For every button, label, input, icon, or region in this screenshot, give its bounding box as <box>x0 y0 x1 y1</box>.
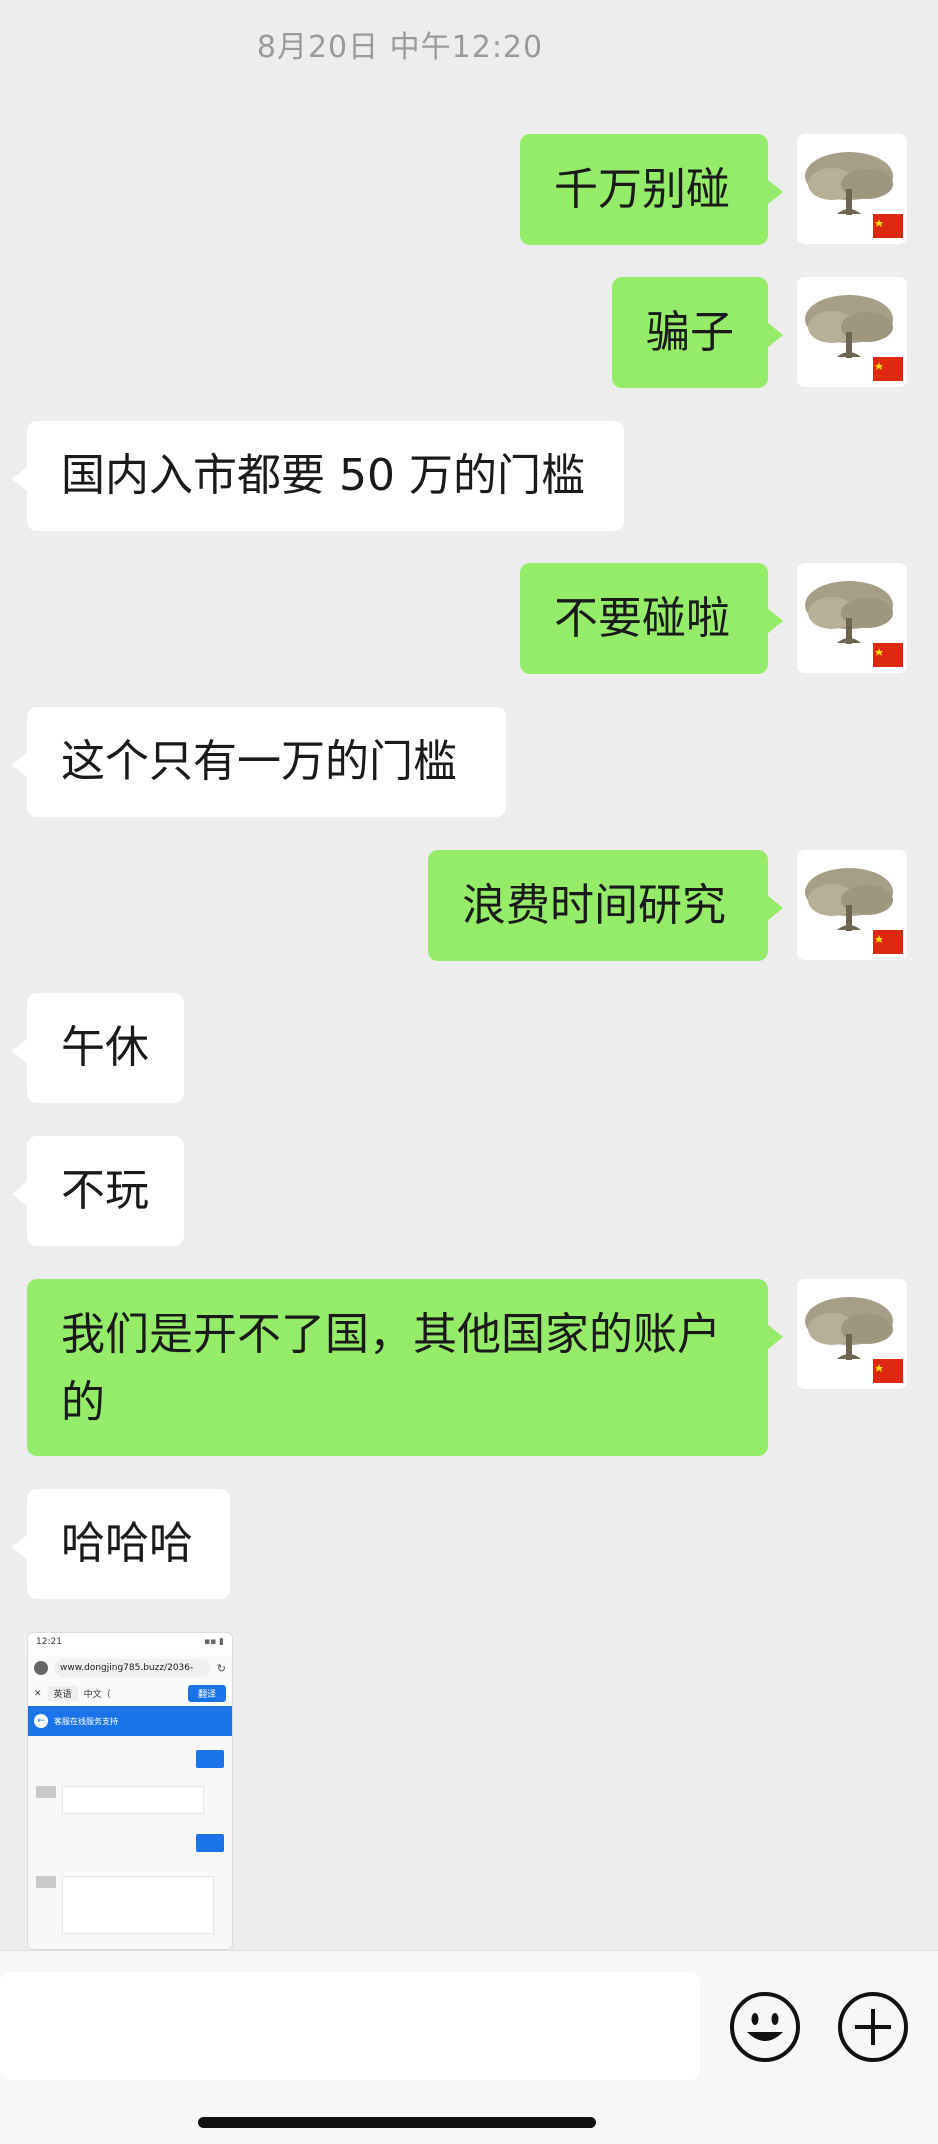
thumb-status-icons: ▪▪ ▮ <box>203 1637 224 1647</box>
message-text: 国内入市都要 50 万的门槛 <box>61 450 585 501</box>
message-text: 午休 <box>61 1022 149 1073</box>
message-bubble-incoming[interactable]: 不玩 <box>12 1136 184 1246</box>
plus-icon <box>838 1992 908 2062</box>
message-text: 不玩 <box>61 1165 149 1216</box>
thumb-chat-header: ← 客服在线服务支持 <box>28 1706 232 1736</box>
thumb-header-text: 客服在线服务支持 <box>54 1716 118 1726</box>
thumb-tab-label: 英语 <box>47 1686 78 1701</box>
tree-avatar-icon <box>797 1279 907 1389</box>
message-bubble-outgoing[interactable]: 千万别碰 <box>520 134 783 245</box>
message-text: 不要碰啦 <box>554 592 730 644</box>
thumb-avatar <box>36 1786 56 1798</box>
avatar[interactable] <box>797 277 907 387</box>
home-indicator[interactable] <box>198 2117 596 2128</box>
image-message-thumbnail[interactable]: 12:21 ▪▪ ▮ www.dongjing785.buzz/2036- ↻ … <box>27 1632 233 1950</box>
thumb-translate-button: 翻译 <box>187 1685 226 1702</box>
message-text: 骗子 <box>646 306 734 358</box>
message-bubble-incoming[interactable]: 午休 <box>12 993 184 1103</box>
thumb-back-icon: ← <box>34 1714 48 1728</box>
thumb-reload-icon: ↻ <box>216 1661 226 1675</box>
thumb-lang-label: 中文（ <box>83 1690 111 1700</box>
message-text: 哈哈哈 <box>61 1518 193 1569</box>
message-bubble-outgoing[interactable]: 不要碰啦 <box>520 563 783 674</box>
message-bubble-outgoing[interactable]: 骗子 <box>612 277 783 388</box>
thumb-out-bubble <box>196 1750 224 1768</box>
avatar[interactable] <box>797 1279 907 1389</box>
thumb-translate-bar: ✕ 英语 中文（ 翻译 <box>28 1681 232 1706</box>
tree-avatar-icon <box>797 134 907 244</box>
message-input[interactable] <box>0 1972 700 2080</box>
emoji-button[interactable] <box>728 1990 802 2064</box>
message-text: 千万别碰 <box>554 163 730 215</box>
message-text: 这个只有一万的门槛 <box>61 736 457 787</box>
message-bubble-incoming[interactable]: 国内入市都要 50 万的门槛 <box>12 421 624 531</box>
message-bubble-outgoing[interactable]: 我们是开不了国，其他国家的账户的 <box>27 1279 783 1456</box>
avatar[interactable] <box>797 134 907 244</box>
thumb-status-bar: 12:21 ▪▪ ▮ <box>28 1633 232 1655</box>
thumb-address-bar: www.dongjing785.buzz/2036- ↻ <box>28 1655 232 1681</box>
plus-button[interactable] <box>836 1990 910 2064</box>
tree-avatar-icon <box>797 277 907 387</box>
tree-avatar-icon <box>797 850 907 960</box>
message-bubble-incoming[interactable]: 哈哈哈 <box>12 1489 230 1599</box>
thumb-account-icon <box>34 1661 48 1675</box>
thumb-in-bubble <box>62 1876 214 1934</box>
thumb-close-icon: ✕ <box>34 1688 42 1699</box>
thumb-avatar <box>36 1876 56 1888</box>
thumb-url: www.dongjing785.buzz/2036- <box>54 1659 211 1677</box>
message-text: 浪费时间研究 <box>462 879 726 931</box>
emoji-icon <box>730 1992 800 2062</box>
avatar[interactable] <box>797 563 907 673</box>
message-bubble-incoming[interactable]: 这个只有一万的门槛 <box>12 707 506 817</box>
thumb-in-bubble <box>62 1786 204 1814</box>
thumb-status-time: 12:21 <box>36 1637 62 1647</box>
chat-timestamp: 8月20日 中午12:20 <box>256 30 544 65</box>
message-bubble-outgoing[interactable]: 浪费时间研究 <box>428 850 783 961</box>
thumb-out-bubble <box>196 1834 224 1852</box>
avatar[interactable] <box>797 850 907 960</box>
message-text: 我们是开不了国，其他国家的账户的 <box>61 1309 721 1428</box>
thumb-chat-body <box>28 1736 232 1946</box>
tree-avatar-icon <box>797 563 907 673</box>
